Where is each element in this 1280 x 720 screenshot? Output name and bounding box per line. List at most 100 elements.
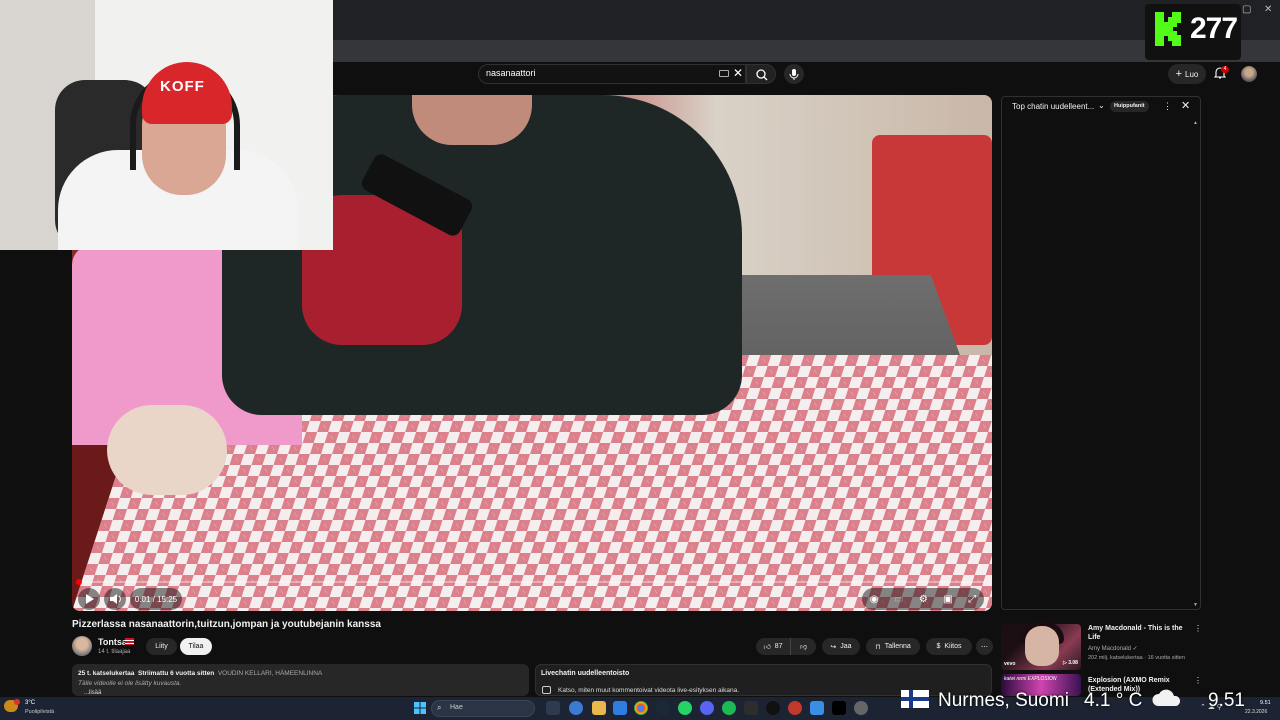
spotify-icon[interactable] <box>722 701 736 715</box>
search-query[interactable]: nasanaattori <box>486 68 536 78</box>
join-button[interactable]: Liity <box>146 638 177 655</box>
vevo-logo: vevo <box>1004 661 1016 667</box>
chat-close-icon[interactable]: ✕ <box>1181 99 1190 112</box>
search-button[interactable] <box>746 64 776 84</box>
fullscreen-icon[interactable]: ⤢ <box>968 594 976 605</box>
miniplayer-icon[interactable]: ▣ <box>943 594 952 605</box>
create-button[interactable]: + Luo <box>1168 64 1206 84</box>
discord-icon[interactable] <box>700 701 714 715</box>
top-fans-badge[interactable]: Huippufanit <box>1110 101 1149 112</box>
search-icon: ⌕ <box>437 703 442 712</box>
app-icon[interactable] <box>788 701 802 715</box>
overlay-temperature: 4.1 ° C <box>1084 690 1143 711</box>
keyboard-icon[interactable] <box>719 70 729 77</box>
chevron-down-icon[interactable]: ⌄ <box>1098 101 1105 110</box>
video-frame-hand <box>107 405 227 495</box>
like-button[interactable]: 👍︎ 87 <box>756 638 790 655</box>
recommendation-title[interactable]: Amy Macdonald - This is the Life <box>1088 624 1188 642</box>
app-icon[interactable] <box>810 701 824 715</box>
subtitles-icon[interactable]: ▭ <box>894 594 903 605</box>
save-button[interactable]: ⊓ Tallenna <box>866 638 920 655</box>
thanks-label: Kiitos <box>944 643 962 650</box>
thumbnail-text: kaiwi remi EXPLOSION <box>1004 676 1057 682</box>
chat-replay-text: Katso, miten muut kommentoivat videota l… <box>558 687 740 694</box>
thanks-button[interactable]: $ Kiitos <box>926 638 972 655</box>
clear-icon[interactable]: ✕ <box>733 66 743 80</box>
chat-more-icon[interactable]: ⋮ <box>1163 101 1172 112</box>
browser-toolbar <box>333 40 1280 62</box>
share-button[interactable]: ↪ Jaa <box>822 638 860 655</box>
progress-bar[interactable] <box>78 581 986 583</box>
file-explorer-icon[interactable] <box>592 701 606 715</box>
microphone-icon <box>789 69 799 80</box>
chat-mode-selector[interactable]: Top chatin uudelleent... <box>1012 102 1094 111</box>
taskbar-date[interactable]: 22.3.2026 <box>1245 709 1267 715</box>
cap-logo-text: KOFF <box>160 78 205 95</box>
search-icon <box>756 69 768 81</box>
more-actions-button[interactable]: ⋯ <box>976 638 993 655</box>
channel-name[interactable]: Tontsa <box>98 637 127 647</box>
video-frame-face <box>412 95 532 145</box>
recommendation-channel[interactable]: Amy Macdonald ✓ <box>1088 645 1138 652</box>
progress-scrubber[interactable] <box>75 579 82 585</box>
chrome-icon[interactable] <box>634 701 648 715</box>
app-icon[interactable] <box>854 701 868 715</box>
share-label: Jaa <box>840 643 852 650</box>
overlay-time: 9.51 <box>1208 690 1245 711</box>
share-icon: ↪ <box>830 643 837 651</box>
account-avatar[interactable] <box>1241 66 1257 82</box>
player-right-controls: ◉ ▭ ⚙ ▣ ⤢ <box>862 588 984 610</box>
play-icon <box>86 594 94 604</box>
voice-search-button[interactable] <box>784 64 804 84</box>
volume-icon <box>110 594 121 604</box>
description-more-link[interactable]: ...lisää <box>84 690 101 696</box>
subscribe-button[interactable]: Tilaa <box>180 638 212 655</box>
create-label: Luo <box>1185 69 1199 79</box>
recommendation-more-icon[interactable]: ⋮ <box>1194 624 1202 633</box>
mail-icon[interactable] <box>613 701 627 715</box>
settings-icon[interactable]: ⚙ <box>919 594 928 605</box>
channel-avatar[interactable] <box>72 636 92 656</box>
dislike-button[interactable]: 👎︎ <box>790 638 816 655</box>
subscriber-count: 14 t. tilaajaa <box>98 649 131 655</box>
taskbar-temperature[interactable]: 3°C <box>25 700 35 706</box>
volume-button[interactable] <box>104 588 126 610</box>
maximize-icon[interactable]: ▢ <box>1242 4 1251 15</box>
close-window-icon[interactable]: ✕ <box>1264 4 1272 15</box>
copilot-icon[interactable] <box>569 701 583 715</box>
notification-badge: 4 <box>1221 66 1229 73</box>
play-button[interactable] <box>78 588 100 610</box>
save-label: Tallenna <box>884 643 911 650</box>
video-title: Pizzerlassa nasanaattorin,tuitzun,jompan… <box>72 619 381 630</box>
webcam-overlay: KOFF <box>0 0 333 250</box>
steam-icon[interactable] <box>656 701 670 715</box>
scroll-up-icon[interactable]: ▲ <box>1193 120 1198 126</box>
x-icon[interactable] <box>832 701 846 715</box>
taskbar-search[interactable] <box>431 700 535 717</box>
whatsapp-icon[interactable] <box>678 701 692 715</box>
view-count: 25 t. katselukertaa <box>78 670 135 677</box>
bookmark-icon: ⊓ <box>875 643 881 651</box>
task-view-icon[interactable] <box>546 701 560 715</box>
recommendation-meta: 202 milj. katselukertaa · 16 vuotta sitt… <box>1088 655 1185 661</box>
flag-icon <box>125 638 134 645</box>
weather-alert-badge <box>14 699 20 705</box>
taskbar-weather-text[interactable]: Puolipilvistä <box>25 709 54 715</box>
obs-icon[interactable] <box>766 701 780 715</box>
recommendation-more-icon[interactable]: ⋮ <box>1194 676 1202 685</box>
viewer-count: 277 <box>1190 12 1238 45</box>
app-icon[interactable] <box>744 701 758 715</box>
taskbar-search-placeholder[interactable]: Hae <box>450 704 463 711</box>
overlay-location: Nurmes, Suomi <box>938 690 1069 711</box>
super-thanks-icon: $ <box>936 643 941 650</box>
time-display: 0:01 / 15:25 <box>130 588 182 610</box>
taskbar-clock[interactable]: 9.51 <box>1260 700 1271 706</box>
scroll-down-icon[interactable]: ▼ <box>1193 602 1198 608</box>
thumbs-up-icon: 👍︎ <box>763 644 771 651</box>
autoplay-toggle-icon[interactable]: ◉ <box>870 594 879 605</box>
browser-tab-strip <box>333 20 1280 40</box>
plus-icon: + <box>1175 68 1183 80</box>
windows-start-icon[interactable] <box>414 702 426 714</box>
chat-bubble-icon <box>542 686 551 694</box>
chat-replay-title: Livechatin uudelleentoisto <box>541 670 630 677</box>
